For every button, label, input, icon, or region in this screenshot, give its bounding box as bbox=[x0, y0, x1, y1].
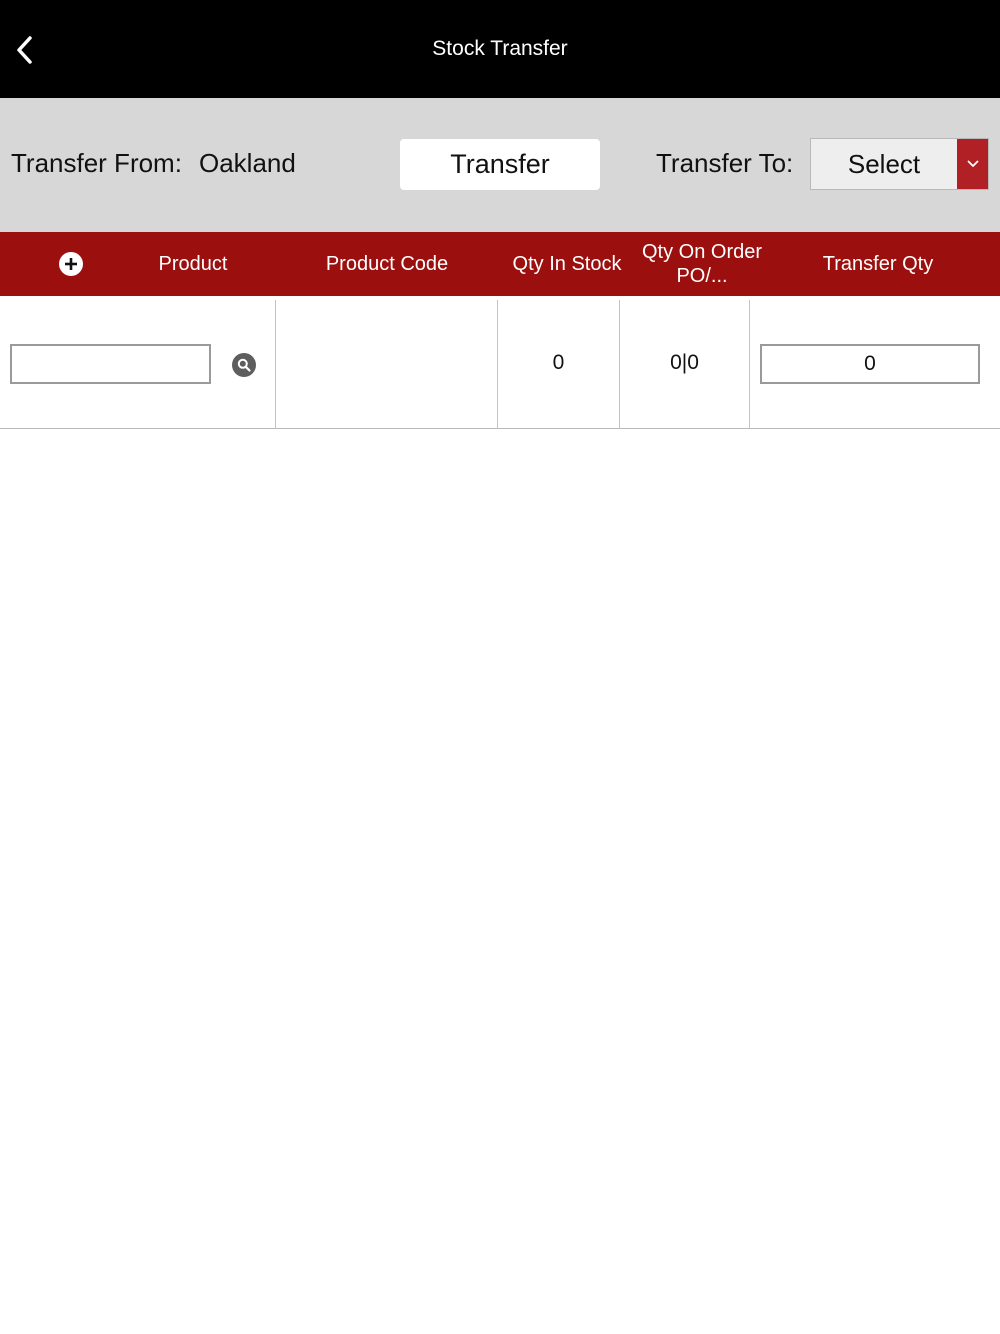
select-arrow-button[interactable] bbox=[957, 139, 988, 189]
navigation-bar: Stock Transfer bbox=[0, 0, 1000, 98]
transfer-from-value: Oakland bbox=[199, 148, 296, 178]
table-row: 0 0|0 0 bbox=[0, 296, 1000, 429]
column-divider bbox=[749, 300, 750, 429]
transfer-controls: Transfer From: Oakland Transfer Transfer… bbox=[0, 98, 1000, 232]
chevron-down-icon bbox=[967, 160, 978, 167]
transfer-to-select-value: Select bbox=[847, 148, 921, 179]
back-button[interactable] bbox=[8, 30, 42, 70]
add-row-icon[interactable] bbox=[58, 251, 84, 277]
chevron-left-icon bbox=[17, 36, 32, 64]
transfer-qty-input[interactable]: 0 bbox=[760, 344, 980, 384]
column-header-product: Product bbox=[158, 253, 228, 275]
transfer-from-label: Transfer From: bbox=[11, 148, 182, 178]
column-header-transfer-qty: Transfer Qty bbox=[822, 253, 934, 275]
transfer-button[interactable]: Transfer bbox=[400, 139, 600, 190]
search-icon[interactable] bbox=[232, 353, 256, 377]
column-header-qty-in-stock: Qty In Stock bbox=[512, 253, 622, 275]
transfer-to-label: Transfer To: bbox=[656, 148, 794, 178]
transfer-to-select[interactable]: Select bbox=[810, 138, 989, 190]
qty-in-stock-cell: 0 bbox=[552, 350, 565, 374]
column-header-product-code: Product Code bbox=[325, 253, 449, 275]
product-input[interactable] bbox=[10, 344, 211, 384]
page-title: Stock Transfer bbox=[432, 37, 568, 60]
column-header-qty-on-order: Qty On Order PO/... bbox=[641, 241, 763, 287]
qty-on-order-cell: 0|0 bbox=[670, 350, 699, 374]
table-header: Product Product Code Qty In Stock Qty On… bbox=[0, 232, 1000, 296]
product-code-cell bbox=[276, 296, 497, 429]
